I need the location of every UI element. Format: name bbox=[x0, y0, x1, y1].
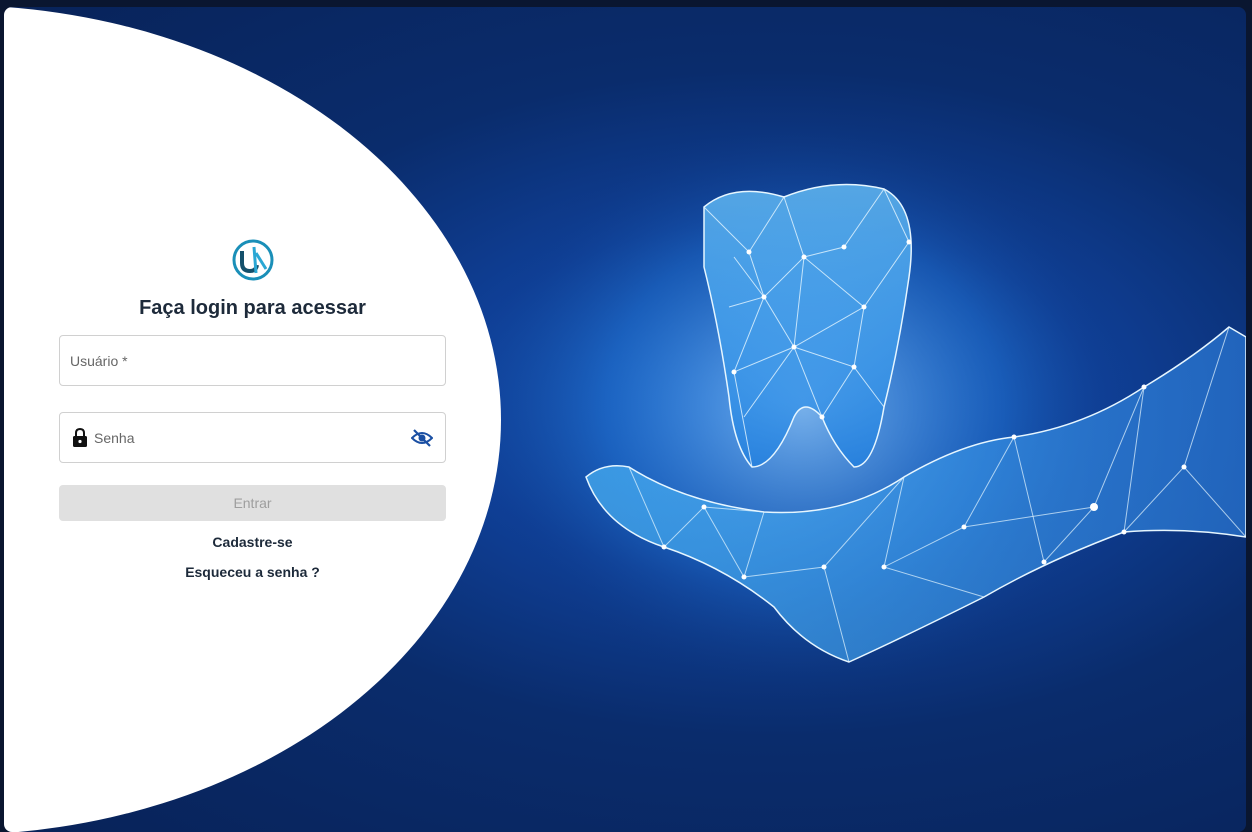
password-input[interactable] bbox=[60, 413, 445, 462]
login-button[interactable]: Entrar bbox=[59, 485, 446, 521]
login-form: Faça login para acessar Entrar Cadastre-… bbox=[59, 239, 446, 580]
password-field bbox=[59, 412, 446, 463]
brand-logo-icon bbox=[232, 239, 273, 281]
forgot-password-link[interactable]: Esqueceu a senha ? bbox=[59, 564, 446, 580]
username-field bbox=[59, 335, 446, 386]
eye-off-icon[interactable] bbox=[411, 428, 433, 448]
login-window: Faça login para acessar Entrar Cadastre-… bbox=[4, 7, 1246, 832]
page-title: Faça login para acessar bbox=[139, 297, 366, 319]
username-input[interactable] bbox=[60, 336, 445, 385]
signup-link[interactable]: Cadastre-se bbox=[59, 534, 446, 550]
